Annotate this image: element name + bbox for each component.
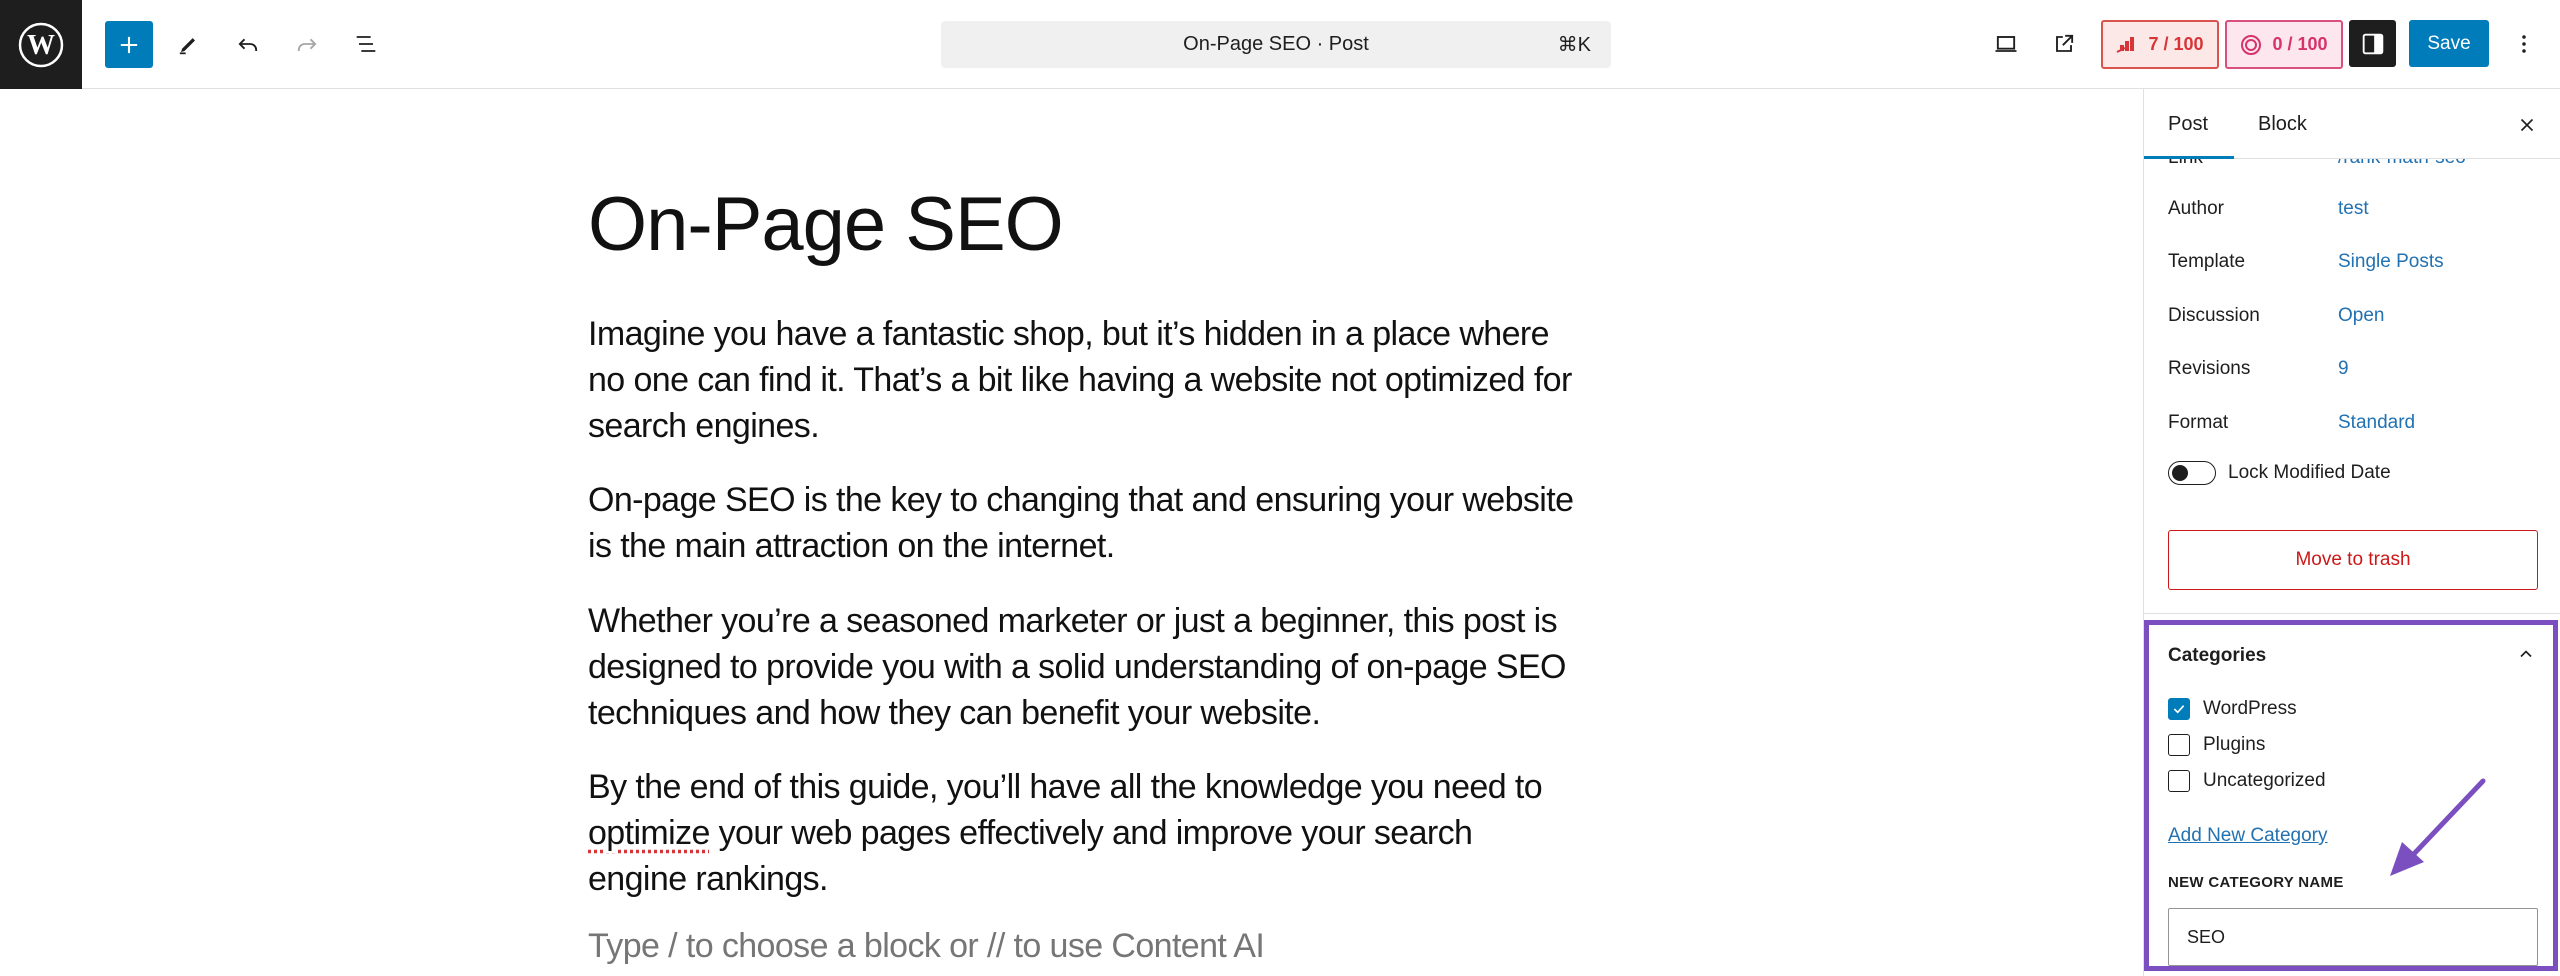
paragraph-block[interactable]: On-page SEO is the key to changing that … — [588, 477, 1578, 569]
post-title[interactable]: On-Page SEO — [588, 181, 1064, 268]
block-placeholder[interactable]: Type / to choose a block or // to use Co… — [588, 927, 1265, 966]
rank-math-seo-score-button[interactable]: 7 / 100 — [2101, 20, 2219, 69]
sidebar-tabs: Post Block — [2144, 89, 2560, 159]
category-checkbox[interactable] — [2168, 698, 2190, 720]
save-button[interactable]: Save — [2409, 20, 2489, 67]
checkmark-icon — [2173, 705, 2185, 714]
plus-icon — [120, 36, 138, 53]
redo-icon — [297, 38, 317, 51]
laptop-icon — [1995, 36, 2017, 52]
categories-panel-title[interactable]: Categories — [2168, 645, 2266, 667]
undo-icon — [238, 38, 258, 51]
panel-divider — [2144, 613, 2560, 614]
redo-button[interactable] — [283, 20, 331, 68]
author-value[interactable]: test — [2338, 198, 2369, 220]
preview-external-button[interactable] — [2040, 20, 2088, 68]
chevron-up-icon — [2520, 650, 2532, 658]
vertical-ellipsis-icon — [2522, 35, 2526, 53]
view-button[interactable] — [1982, 20, 2030, 68]
summary-label: Format — [2168, 412, 2229, 433]
summary-row-revisions: Revisions 9 — [2168, 354, 2548, 384]
revisions-value[interactable]: 9 — [2338, 358, 2349, 380]
category-label: Uncategorized — [2203, 770, 2326, 791]
svg-text:W: W — [27, 30, 55, 61]
toggle-knob — [2172, 465, 2188, 481]
add-block-button[interactable] — [105, 21, 153, 68]
document-title: On-Page SEO · Post — [1183, 33, 1369, 55]
add-new-category-link[interactable]: Add New Category — [2168, 825, 2327, 847]
category-checkbox[interactable] — [2168, 734, 2190, 756]
category-item-uncategorized[interactable]: Uncategorized — [2168, 770, 2326, 792]
tab-block[interactable]: Block — [2258, 89, 2307, 159]
summary-label: Revisions — [2168, 358, 2251, 379]
pencil-icon — [179, 38, 195, 55]
close-sidebar-button[interactable] — [2507, 105, 2547, 145]
editor-header: W On-Page SEO · Post ⌘K 7 / 100 0 / 100 … — [0, 0, 2560, 89]
settings-toggle-button[interactable] — [2349, 20, 2396, 67]
tools-button[interactable] — [164, 20, 212, 68]
discussion-value[interactable]: Open — [2338, 305, 2384, 327]
content-ai-score-button[interactable]: 0 / 100 — [2225, 20, 2343, 69]
close-icon — [2520, 118, 2534, 132]
active-tab-indicator — [2144, 156, 2234, 159]
summary-label: Author — [2168, 198, 2224, 219]
undo-button[interactable] — [224, 20, 272, 68]
lock-modified-date-row: Lock Modified Date — [2168, 461, 2391, 485]
category-checkbox[interactable] — [2168, 770, 2190, 792]
paragraph-text: your web pages effectively and improve y… — [588, 814, 1473, 898]
category-item-plugins[interactable]: Plugins — [2168, 734, 2265, 756]
editor-canvas: On-Page SEO Imagine you have a fantastic… — [0, 89, 2143, 976]
paragraph-block[interactable]: Imagine you have a fantastic shop, but i… — [588, 311, 1578, 449]
template-value[interactable]: Single Posts — [2338, 251, 2444, 273]
move-to-trash-button[interactable]: Move to trash — [2168, 530, 2538, 590]
new-category-name-label: NEW CATEGORY NAME — [2168, 874, 2344, 891]
misspelled-word[interactable]: optimize — [588, 814, 710, 852]
category-label: Plugins — [2203, 734, 2266, 755]
format-value[interactable]: Standard — [2338, 412, 2415, 434]
wordpress-logo-icon[interactable]: W — [0, 0, 82, 89]
paragraph-block[interactable]: Whether you’re a seasoned marketer or ju… — [588, 598, 1578, 736]
new-category-name-input[interactable] — [2168, 908, 2538, 966]
summary-label: Discussion — [2168, 305, 2260, 326]
summary-row-template: Template Single Posts — [2168, 247, 2548, 277]
summary-row-discussion: Discussion Open — [2168, 301, 2548, 331]
content-ai-score-value: 0 / 100 — [2272, 34, 2328, 54]
document-overview-button[interactable] — [342, 20, 390, 68]
tab-post[interactable]: Post — [2168, 89, 2208, 159]
external-link-icon — [2056, 34, 2074, 52]
paragraph-text: By the end of this guide, you’ll have al… — [588, 768, 1543, 806]
category-label: WordPress — [2203, 698, 2297, 719]
settings-sidebar: Post Block Link /rank-math-seo Author te… — [2143, 89, 2560, 976]
collapse-categories-button[interactable] — [2511, 639, 2541, 669]
categories-panel: Categories WordPress Plugins Uncategoriz… — [2144, 620, 2558, 971]
paragraph-block[interactable]: By the end of this guide, you’ll have al… — [588, 764, 1578, 902]
summary-label: Template — [2168, 251, 2246, 272]
category-item-wordpress[interactable]: WordPress — [2168, 698, 2297, 720]
seo-score-value: 7 / 100 — [2148, 34, 2204, 54]
command-palette-bar[interactable]: On-Page SEO · Post ⌘K — [941, 21, 1611, 68]
rank-math-chart-icon — [2117, 36, 2135, 53]
summary-row-format: Format Standard — [2168, 408, 2548, 438]
shortcut-hint: ⌘K — [1557, 34, 1591, 56]
sidebar-toggle-icon — [2362, 33, 2383, 54]
list-view-icon — [356, 36, 376, 52]
summary-row-author: Author test — [2168, 194, 2548, 224]
lock-modified-date-toggle[interactable] — [2168, 461, 2216, 485]
lock-modified-date-label: Lock Modified Date — [2228, 462, 2391, 483]
options-button[interactable] — [2500, 20, 2548, 68]
content-ai-icon — [2241, 34, 2262, 55]
